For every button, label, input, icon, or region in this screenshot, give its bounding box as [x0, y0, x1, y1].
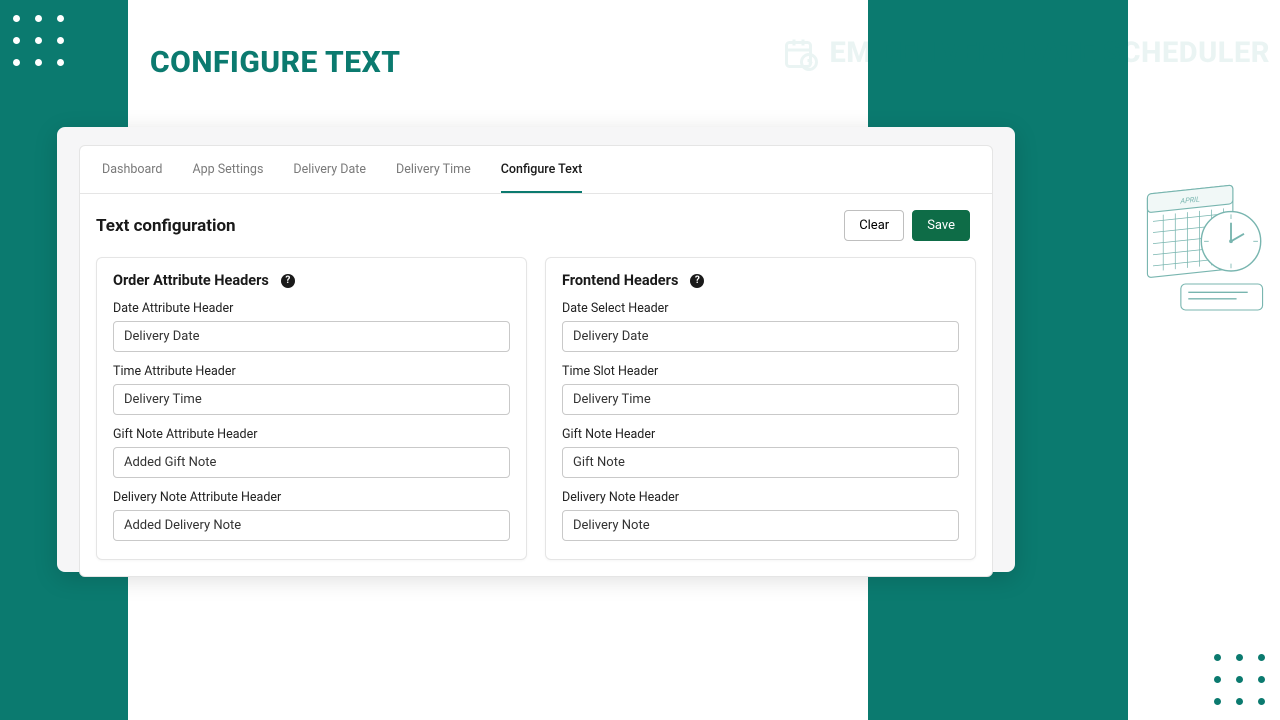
- tabs: Dashboard App Settings Delivery Date Del…: [80, 146, 992, 194]
- frontend-heading-text: Frontend Headers: [562, 272, 678, 289]
- gift-note-input[interactable]: [562, 447, 959, 478]
- form-columns: Order Attribute Headers ? Date Attribute…: [80, 241, 992, 576]
- gift-attr-label: Gift Note Attribute Header: [113, 427, 510, 442]
- time-slot-label: Time Slot Header: [562, 364, 959, 379]
- calendar-clock-icon: [782, 35, 818, 71]
- section-title: Text configuration: [96, 216, 236, 236]
- brand-text: EM DELIVERY DATE SCHEDULER: [830, 36, 1270, 70]
- date-attr-label: Date Attribute Header: [113, 301, 510, 316]
- order-attr-heading-text: Order Attribute Headers: [113, 272, 269, 289]
- panel: Dashboard App Settings Delivery Date Del…: [57, 127, 1015, 572]
- calendar-clock-illustration: APRIL: [1140, 170, 1270, 320]
- frontend-heading: Frontend Headers ?: [562, 272, 959, 289]
- delivery-note-label: Delivery Note Header: [562, 490, 959, 505]
- tab-delivery-time[interactable]: Delivery Time: [396, 146, 471, 193]
- page-title: CONFIGURE TEXT: [150, 45, 400, 80]
- time-attr-label: Time Attribute Header: [113, 364, 510, 379]
- frontend-headers-card: Frontend Headers ? Date Select Header Ti…: [545, 257, 976, 560]
- section-actions: Clear Save: [844, 210, 970, 241]
- date-select-label: Date Select Header: [562, 301, 959, 316]
- save-button[interactable]: Save: [912, 210, 970, 241]
- tab-delivery-date[interactable]: Delivery Date: [293, 146, 366, 193]
- card: Dashboard App Settings Delivery Date Del…: [79, 145, 993, 577]
- section-header: Text configuration Clear Save: [80, 194, 992, 241]
- time-attr-input[interactable]: [113, 384, 510, 415]
- time-slot-input[interactable]: [562, 384, 959, 415]
- tab-dashboard[interactable]: Dashboard: [102, 146, 162, 193]
- order-attribute-headers-card: Order Attribute Headers ? Date Attribute…: [96, 257, 527, 560]
- order-attr-heading: Order Attribute Headers ?: [113, 272, 510, 289]
- gift-note-label: Gift Note Header: [562, 427, 959, 442]
- tab-configure-text[interactable]: Configure Text: [501, 146, 583, 193]
- delivery-note-attr-input[interactable]: [113, 510, 510, 541]
- gift-attr-input[interactable]: [113, 447, 510, 478]
- clear-button[interactable]: Clear: [844, 210, 904, 241]
- tab-app-settings[interactable]: App Settings: [192, 146, 263, 193]
- help-icon[interactable]: ?: [690, 274, 704, 288]
- brand-watermark: EM DELIVERY DATE SCHEDULER: [782, 35, 1270, 71]
- decor-dots-bottom-right: [1214, 654, 1265, 705]
- delivery-note-input[interactable]: [562, 510, 959, 541]
- decor-dots-top-left: [13, 15, 64, 66]
- date-attr-input[interactable]: [113, 321, 510, 352]
- delivery-note-attr-label: Delivery Note Attribute Header: [113, 490, 510, 505]
- date-select-input[interactable]: [562, 321, 959, 352]
- help-icon[interactable]: ?: [281, 274, 295, 288]
